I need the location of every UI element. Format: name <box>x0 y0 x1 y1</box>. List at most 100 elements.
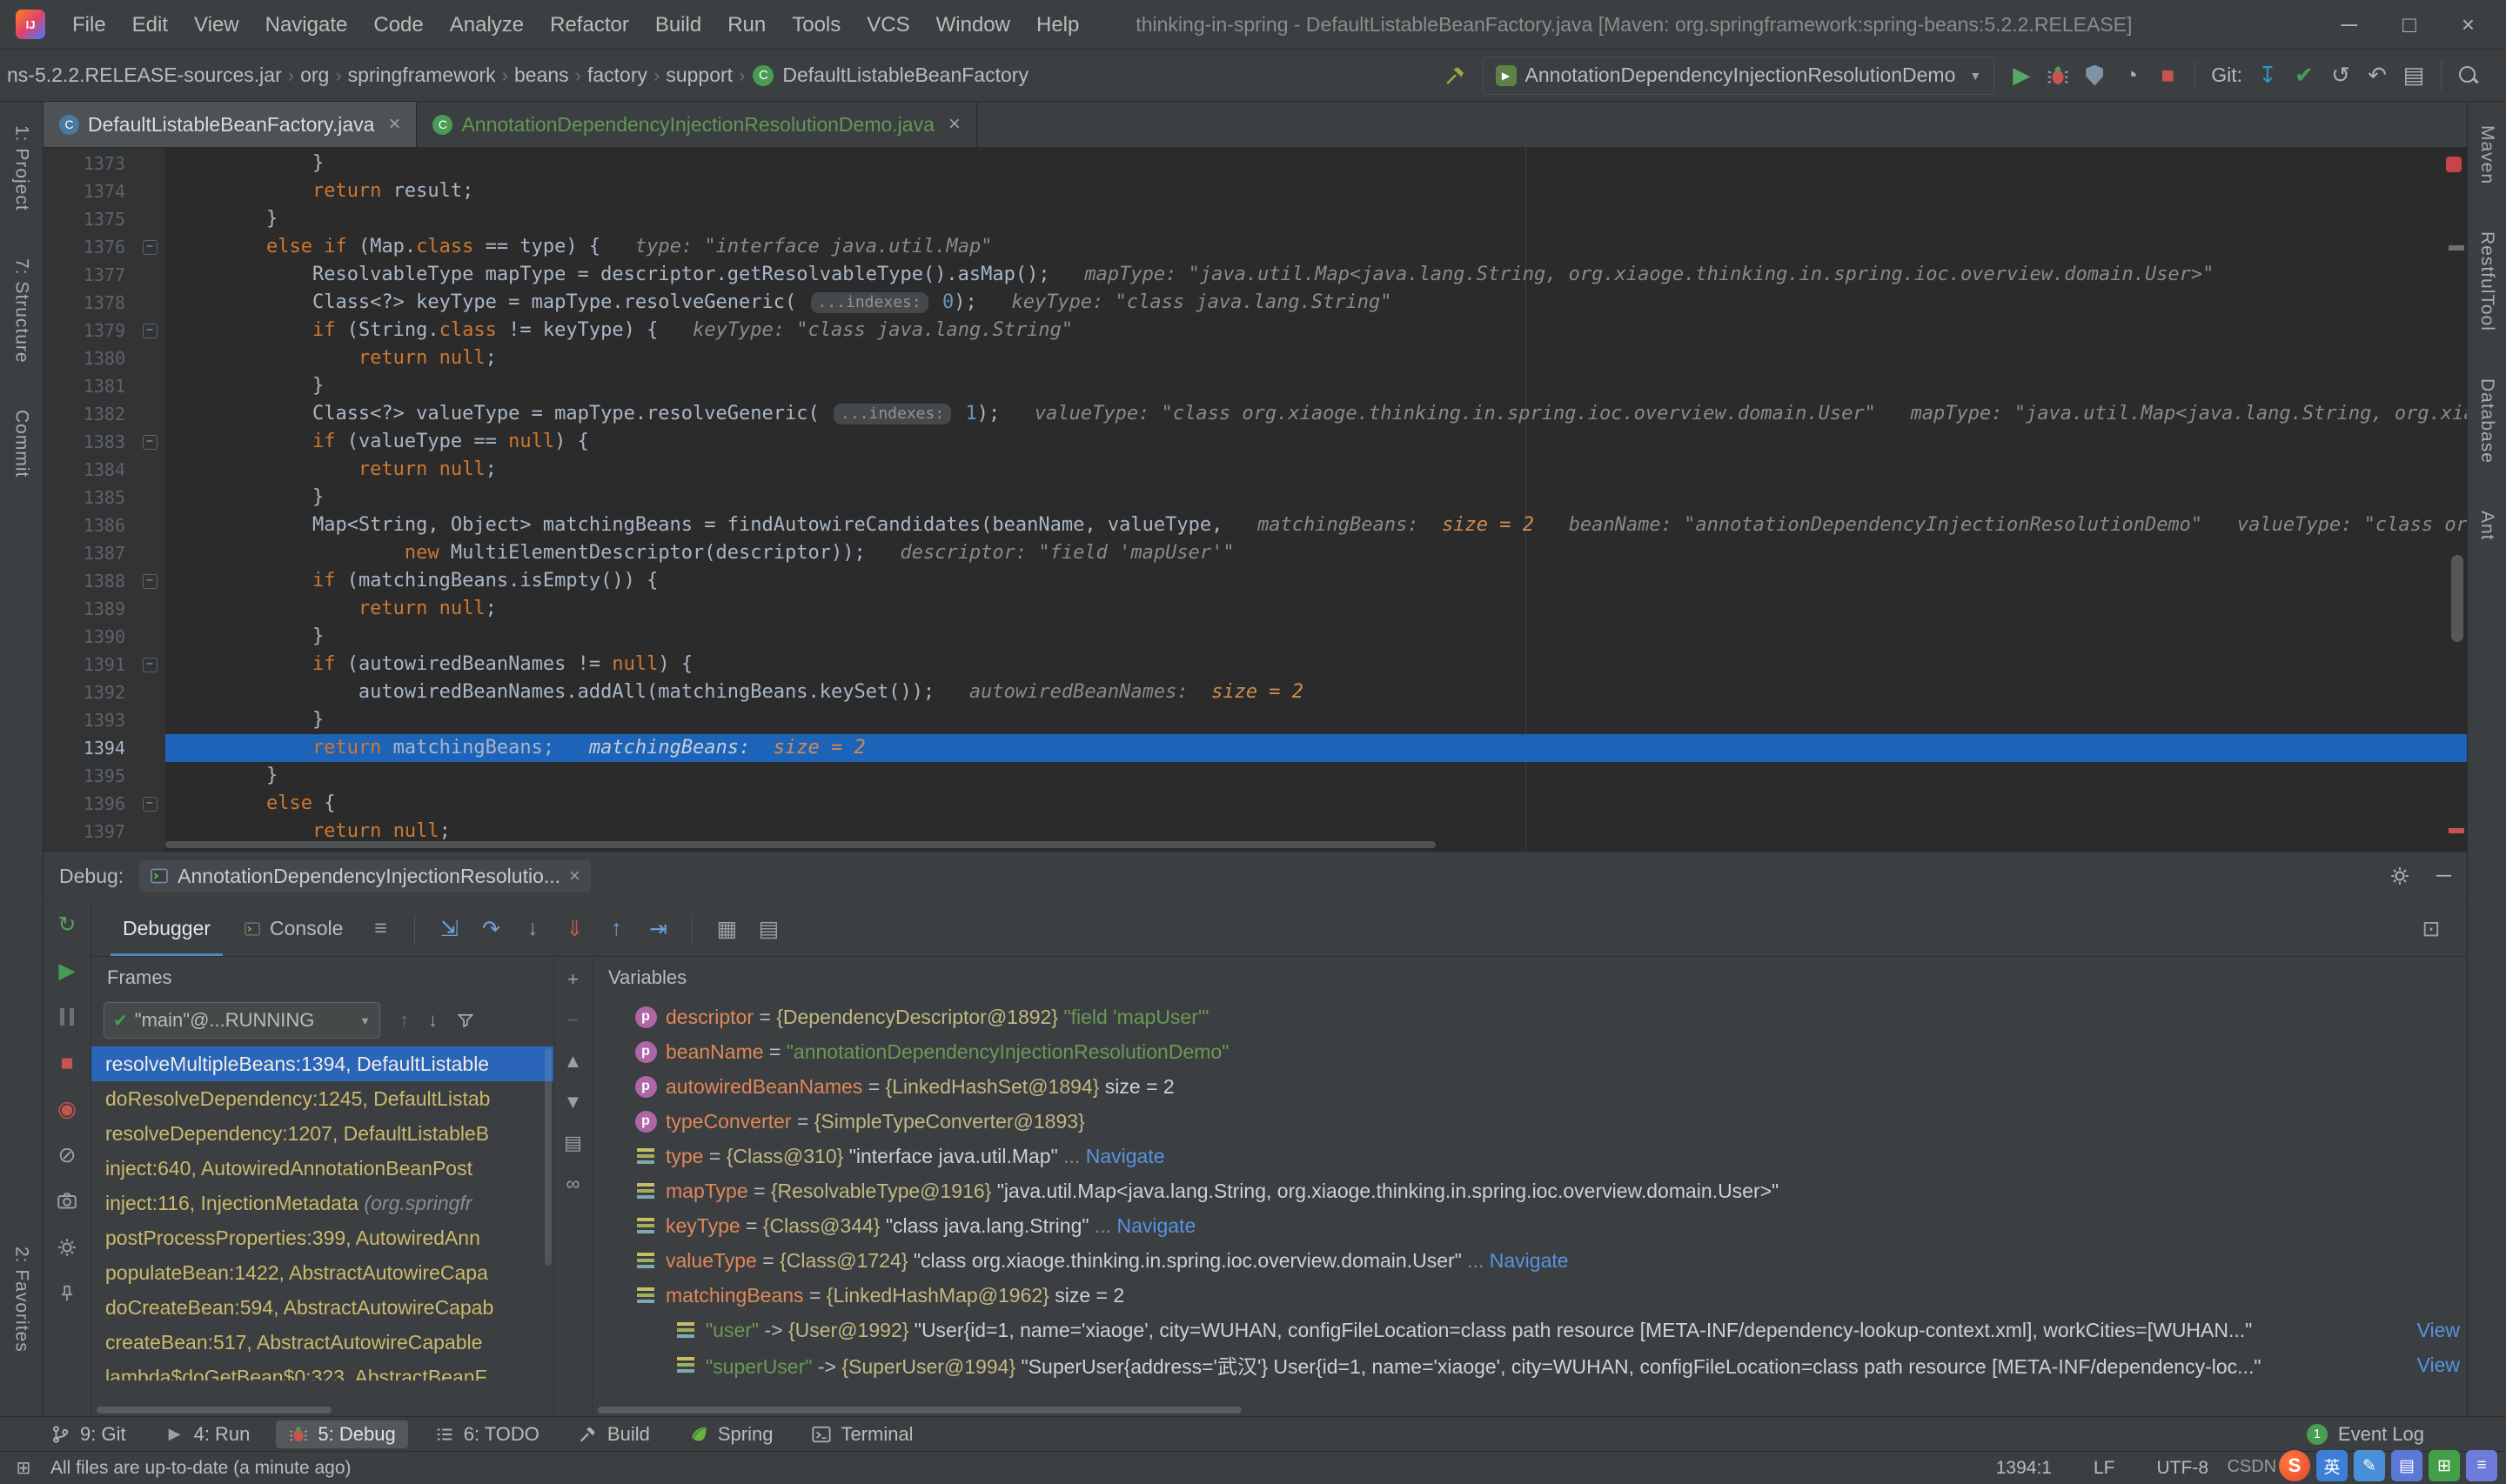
tool-stripe-1-project[interactable]: 1: Project <box>11 125 32 211</box>
stop-button[interactable]: ■ <box>2149 57 2186 94</box>
menu-run[interactable]: Run <box>714 0 779 50</box>
move-down-icon[interactable]: ▼ <box>562 1091 585 1113</box>
ime-grid-icon[interactable]: ⊞ <box>2429 1450 2460 1481</box>
stop-icon[interactable]: ■ <box>54 1050 80 1076</box>
filter-frames-icon[interactable] <box>457 1012 474 1029</box>
navigate-link[interactable]: Navigate <box>1086 1145 1165 1167</box>
stripe-mark-error[interactable] <box>2449 828 2464 833</box>
sogou-logo-icon[interactable]: S <box>2279 1450 2310 1481</box>
coverage-button[interactable] <box>2076 57 2113 94</box>
run-configuration-select[interactable]: ▶ AnnotationDependencyInjectionResolutio… <box>1482 56 1995 95</box>
stripe-mark[interactable] <box>2449 245 2464 251</box>
breadcrumb-item[interactable]: factory <box>586 64 649 87</box>
variable-row[interactable]: matchingBeans = {LinkedHashMap@1962} siz… <box>593 1278 2467 1313</box>
settings-gear-icon[interactable] <box>2389 866 2410 886</box>
ime-language-tile[interactable]: 英 <box>2316 1450 2348 1481</box>
menu-navigate[interactable]: Navigate <box>252 0 361 50</box>
close-icon[interactable]: × <box>948 112 961 137</box>
editor-line-1382[interactable]: 1382 Class<?> valueType = mapType.resolv… <box>44 400 2467 428</box>
thread-select[interactable]: ✔ "main"@...RUNNING ▼ <box>104 1002 380 1039</box>
rollback-button[interactable]: ↶ <box>2359 57 2395 94</box>
shelve-button[interactable]: ▤ <box>2395 57 2432 94</box>
scrollbar-thumb[interactable] <box>598 1407 1242 1414</box>
view-link[interactable]: View <box>2394 1347 2460 1382</box>
frame-row[interactable]: populateBean:1422, AbstractAutowireCapa <box>91 1255 553 1290</box>
frame-row[interactable]: resolveMultipleBeans:1394, DefaultListab… <box>91 1046 553 1081</box>
error-indicator[interactable] <box>2446 157 2462 172</box>
git-commit-button[interactable]: ✔ <box>2286 57 2322 94</box>
breadcrumb-item[interactable]: support <box>664 64 734 87</box>
toolwindow-button-9-git[interactable]: 9: Git <box>38 1420 138 1448</box>
editor-horizontal-scrollbar[interactable] <box>165 839 2441 851</box>
editor-line-1387[interactable]: 1387 new MultiElementDescriptor(descript… <box>44 539 2467 567</box>
navigate-link[interactable]: Navigate <box>1490 1249 1569 1272</box>
ime-board-icon[interactable]: ▤ <box>2391 1450 2422 1481</box>
menu-analyze[interactable]: Analyze <box>437 0 537 50</box>
fold-icon[interactable]: − <box>142 796 157 812</box>
editor-line-1376[interactable]: 1376− else if (Map.class == type) { type… <box>44 233 2467 261</box>
settings-gear-icon[interactable] <box>54 1234 80 1260</box>
tool-stripe-2-favorites[interactable]: 2: Favorites <box>11 1247 32 1353</box>
step-over-icon[interactable]: ↷ <box>474 912 507 946</box>
navigate-link[interactable]: Navigate <box>1117 1214 1196 1237</box>
editor-line-1384[interactable]: 1384 return null; <box>44 456 2467 484</box>
add-watch-icon[interactable]: + <box>562 968 585 991</box>
variable-row[interactable]: p autowiredBeanNames = {LinkedHashSet@189… <box>593 1069 2467 1104</box>
caret-position-widget[interactable]: 1394:1 <box>1996 1458 2052 1479</box>
editor-line-1388[interactable]: 1388− if (matchingBeans.isEmpty()) { <box>44 567 2467 595</box>
previous-frame-icon[interactable]: ↑ <box>399 1009 409 1032</box>
frame-row[interactable]: inject:640, AutowiredAnnotationBeanPost <box>91 1151 553 1186</box>
scrollbar-thumb[interactable] <box>545 1048 552 1266</box>
breadcrumb-item[interactable]: springframework <box>346 64 498 87</box>
fold-icon[interactable]: − <box>142 239 157 255</box>
variable-row[interactable]: mapType = {ResolvableType@1916} "java.ut… <box>593 1173 2467 1208</box>
editor-line-1383[interactable]: 1383− if (valueType == null) { <box>44 428 2467 456</box>
evaluate-expression-icon[interactable]: ▦ <box>710 912 743 946</box>
breadcrumb-item[interactable]: ns-5.2.2.RELEASE-sources.jar <box>5 64 284 87</box>
search-everywhere-button[interactable] <box>2450 57 2487 94</box>
editor-vertical-scrollbar[interactable] <box>2441 148 2467 851</box>
menu-file[interactable]: File <box>59 0 119 50</box>
breadcrumb-item[interactable]: org <box>298 64 331 87</box>
tool-stripe-commit[interactable]: Commit <box>11 410 32 478</box>
menu-help[interactable]: Help <box>1023 0 1092 50</box>
editor-line-1386[interactable]: 1386 Map<String, Object> matchingBeans =… <box>44 511 2467 539</box>
frame-row[interactable]: createBean:517, AbstractAutowireCapable <box>91 1325 553 1360</box>
editor-line-1396[interactable]: 1396− else { <box>44 790 2467 818</box>
editor-line-1380[interactable]: 1380 return null; <box>44 344 2467 372</box>
build-hammer-icon[interactable] <box>1437 57 1474 94</box>
debug-button[interactable] <box>2040 57 2076 94</box>
editor-line-1379[interactable]: 1379− if (String.class != keyType) { key… <box>44 317 2467 344</box>
variable-row[interactable]: "superUser" -> {SuperUser@1994} "SuperUs… <box>593 1347 2467 1382</box>
variable-row[interactable]: type = {Class@310} "interface java.util.… <box>593 1139 2467 1173</box>
toolwindow-button-6-todo[interactable]: 6: TODO <box>422 1420 552 1448</box>
show-execution-point-icon[interactable]: ⇲ <box>432 912 466 946</box>
variable-row[interactable]: valueType = {Class@1724} "class org.xiao… <box>593 1243 2467 1278</box>
step-into-icon[interactable]: ↓ <box>516 912 549 946</box>
breadcrumb-item[interactable]: beans <box>513 64 571 87</box>
run-to-cursor-icon[interactable]: ⇥ <box>641 912 674 946</box>
menu-refactor[interactable]: Refactor <box>537 0 642 50</box>
toolwindow-toggle-icon[interactable]: ⊞ <box>10 1457 37 1479</box>
editor-line-1393[interactable]: 1393 } <box>44 706 2467 734</box>
hide-panel-icon[interactable]: ─ <box>2436 864 2451 888</box>
toolwindow-button-terminal[interactable]: Terminal <box>799 1420 925 1448</box>
tool-stripe-maven[interactable]: Maven <box>2476 125 2497 184</box>
toolwindow-button-4-run[interactable]: ▶ 4: Run <box>152 1420 263 1448</box>
profiler-button[interactable]: ◔ <box>2113 57 2149 94</box>
history-button[interactable]: ↺ <box>2322 57 2359 94</box>
variable-row[interactable]: p beanName = "annotationDependencyInjecti… <box>593 1034 2467 1069</box>
menu-view[interactable]: View <box>181 0 252 50</box>
editor-line-1375[interactable]: 1375 } <box>44 205 2467 233</box>
variable-row[interactable]: "user" -> {User@1992} "User{id=1, name='… <box>593 1313 2467 1347</box>
tool-stripe-7-structure[interactable]: 7: Structure <box>11 258 32 364</box>
watch-return-values-icon[interactable]: ∞ <box>562 1173 585 1195</box>
tool-stripe-restfultool[interactable]: RestfulTool <box>2476 231 2497 331</box>
close-icon[interactable]: × <box>388 112 400 137</box>
code-editor[interactable]: 1373 } 1374 return result; 1375 } 1376− els… <box>44 148 2467 851</box>
run-button[interactable]: ▶ <box>2003 57 2040 94</box>
thread-dump-icon[interactable] <box>54 1188 80 1214</box>
variable-row[interactable]: keyType = {Class@344} "class java.lang.S… <box>593 1208 2467 1243</box>
editor-line-1390[interactable]: 1390 } <box>44 623 2467 651</box>
scrollbar-thumb[interactable] <box>97 1407 332 1414</box>
